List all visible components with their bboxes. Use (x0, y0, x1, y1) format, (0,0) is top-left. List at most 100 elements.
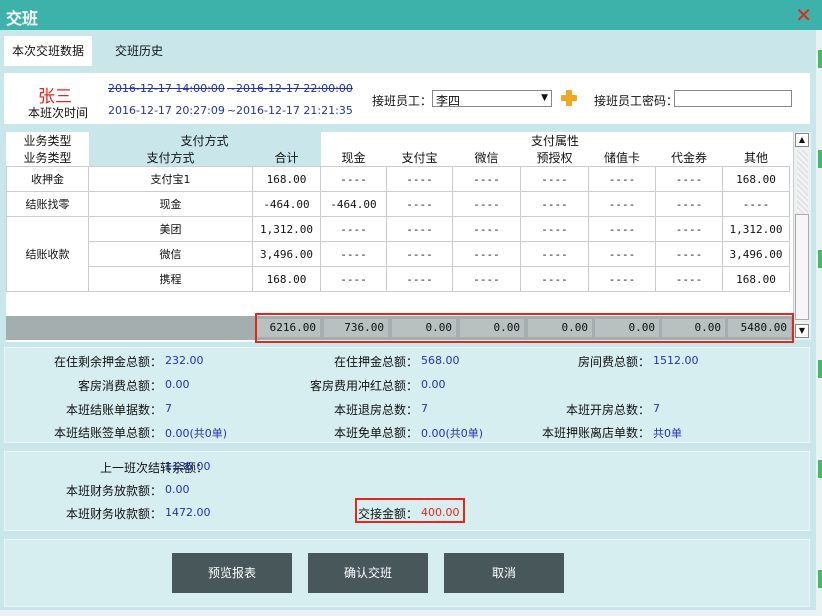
receiver-password-label: 接班员工密码： (594, 94, 679, 108)
totals-highlight-box (255, 313, 794, 343)
scroll-track[interactable] (797, 150, 808, 214)
background-window-edge (816, 30, 822, 616)
col-header: 其他 (743, 151, 768, 165)
table-row[interactable]: 微信 3,496.00 ---- ---- ---- ---- ---- ---… (7, 241, 790, 267)
cell-storedcard: ---- (588, 191, 656, 217)
confirm-handover-button[interactable]: 确认交班 (308, 553, 428, 593)
stat-label: 在住押金总额： (333, 355, 418, 369)
col-header: 现金 (341, 151, 366, 165)
stat-value: 0.00 (421, 378, 446, 391)
cell-type: 结账找零 (6, 191, 89, 217)
finance-value: 1472.00 (165, 506, 211, 519)
scroll-thumb[interactable] (795, 214, 809, 320)
cell-wechat: ---- (452, 191, 521, 217)
scroll-up-arrow-icon[interactable]: ▲ (795, 133, 809, 147)
cell-cash: -464.00 (320, 191, 387, 217)
stat-label: 本班退房总数： (333, 403, 418, 417)
cancel-button[interactable]: 取消 (444, 553, 564, 593)
stat-label: 在住剩余押金总额： (53, 355, 162, 369)
stat-label: 本班押账离店单数： (541, 426, 650, 440)
tab-bar: 本次交班数据 交班历史 (0, 33, 816, 68)
stat-value: 0.00(共0单) (165, 427, 228, 440)
cell-method: 美团 (88, 216, 253, 242)
column-header-row: 业务类型 支付方式 合计 现金 支付宝 微信 预授权 储值卡 代金券 其他 (7, 149, 790, 167)
planned-time-separator: ~ (227, 82, 237, 95)
finance-value: 1136.00 (165, 460, 211, 473)
cell-wechat: ---- (452, 166, 521, 192)
actual-end-time: 2016-12-17 21:21:35 (236, 104, 353, 117)
stat-label: 客房消费总额： (77, 379, 162, 393)
cell-cash: ---- (320, 166, 387, 192)
cell-method: 微信 (88, 241, 253, 267)
group-header-attr: 支付属性 (530, 134, 579, 148)
col-header: 微信 (474, 151, 499, 165)
cell-cash: ---- (320, 266, 387, 292)
stat-value: 568.00 (421, 354, 460, 367)
cell-other: 3,496.00 (722, 241, 790, 267)
cell-voucher: ---- (655, 266, 723, 292)
cell-preauth: ---- (520, 216, 589, 242)
cell-type: 结账收款 (6, 216, 89, 292)
finance-label: 本班财务放款额： (65, 484, 162, 498)
actual-start-time: 2016-12-17 20:27:09 (108, 104, 225, 117)
table-row[interactable]: 收押金 支付宝1 168.00 ---- ---- ---- ---- ----… (6, 166, 790, 192)
tab-current-shift[interactable]: 本次交班数据 (4, 36, 92, 66)
cell-wechat: ---- (452, 241, 521, 267)
cell-method: 支付宝1 (88, 166, 253, 192)
finance-value: 0.00 (165, 483, 190, 496)
receiver-label: 接班员工： (372, 94, 433, 108)
stat-value: 共0单 (653, 427, 682, 440)
cell-voucher: ---- (655, 216, 723, 242)
stat-label: 本班开房总数： (565, 403, 650, 417)
cell-voucher: ---- (655, 191, 723, 217)
cell-other: 168.00 (722, 266, 790, 292)
planned-start-time: 2016-12-17 14:00:00 (108, 82, 225, 95)
stat-value: 232.00 (165, 354, 204, 367)
table-row[interactable]: 结账收款 美团 1,312.00 ---- ---- ---- ---- ---… (6, 216, 790, 292)
cell-alipay: ---- (386, 191, 453, 217)
chevron-down-icon: ▼ (541, 93, 548, 103)
cell-preauth: ---- (520, 191, 589, 217)
stat-label: 本班结账单据数： (65, 403, 162, 417)
scroll-down-arrow-icon[interactable]: ▼ (795, 324, 809, 338)
cell-total: 3,496.00 (252, 241, 321, 267)
close-icon[interactable]: ✕ (795, 3, 812, 27)
receiver-select[interactable]: 李四 ▼ (432, 90, 552, 108)
col-header: 合计 (252, 149, 321, 167)
cell-storedcard: ---- (588, 266, 656, 292)
cell-method: 现金 (88, 191, 253, 217)
col-header: 支付宝 (401, 151, 438, 165)
stat-label: 房间费总额： (577, 355, 650, 369)
add-employee-plus-icon[interactable] (561, 90, 577, 106)
receiver-password-input[interactable] (674, 90, 792, 107)
table-scrollbar[interactable]: ▲ ▼ (793, 132, 811, 340)
stat-value: 7 (421, 402, 428, 415)
table-row[interactable]: 携程 168.00 ---- ---- ---- ---- ---- ---- … (7, 266, 790, 292)
cell-alipay: ---- (386, 241, 453, 267)
cell-preauth: ---- (520, 266, 589, 292)
background-window-edge-bottom (0, 610, 822, 616)
cell-total: 168.00 (252, 266, 321, 292)
finance-label: 本班财务收款额： (65, 507, 162, 521)
cell-voucher: ---- (655, 166, 723, 192)
col-header: 储值卡 (603, 151, 640, 165)
cell-other: 168.00 (722, 166, 790, 192)
shift-time-label: 本班次时间 (28, 106, 89, 120)
table-row[interactable]: 结账找零 现金 -464.00 -464.00 ---- ---- ---- -… (6, 191, 790, 217)
stat-label: 本班免单总额： (333, 426, 418, 440)
col-header: 代金券 (670, 151, 707, 165)
col-header: 支付方式 (88, 149, 253, 167)
cell-storedcard: ---- (588, 216, 656, 242)
planned-end-time: 2016-12-17 22:00:00 (236, 82, 353, 95)
cell-total: 1,312.00 (252, 216, 321, 242)
cell-alipay: ---- (386, 266, 453, 292)
cell-cash: ---- (320, 216, 387, 242)
cell-preauth: ---- (520, 166, 589, 192)
preview-report-button[interactable]: 预览报表 (172, 553, 292, 593)
cell-other: 1,312.00 (722, 216, 790, 242)
cell-alipay: ---- (386, 216, 453, 242)
window-title: 交班 (6, 9, 39, 28)
cell-other: ---- (722, 191, 790, 217)
group-header-type: 业务类型 (23, 134, 72, 148)
tab-shift-history[interactable]: 交班历史 (102, 36, 176, 66)
